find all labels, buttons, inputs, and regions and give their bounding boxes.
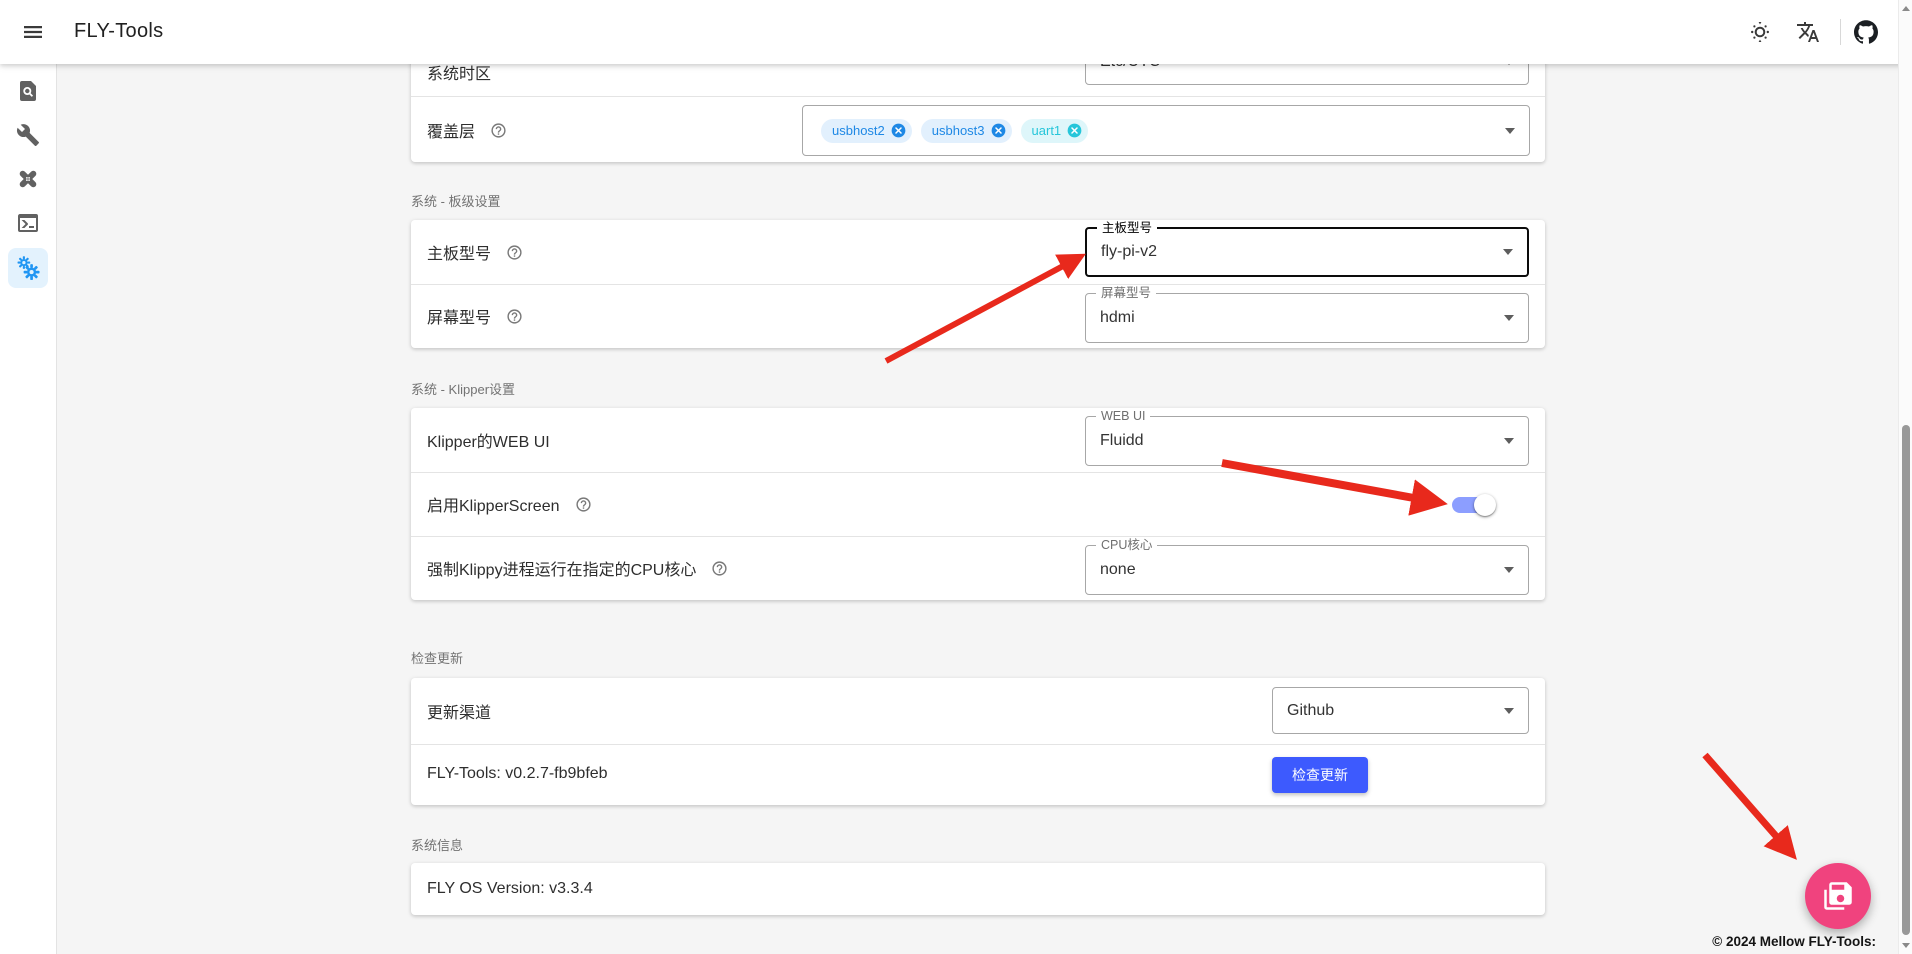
help-icon[interactable] <box>506 244 523 261</box>
screen-model-select-value: hdmi <box>1100 309 1135 327</box>
cpu-core-select-value: none <box>1100 561 1136 579</box>
close-circle-icon[interactable] <box>991 123 1006 138</box>
sidebar <box>0 64 57 954</box>
hamburger-menu-button[interactable] <box>18 17 48 47</box>
webui-select-value: Fluidd <box>1100 432 1144 450</box>
row-divider <box>411 536 1545 537</box>
update-channel-select[interactable]: Github <box>1272 687 1529 734</box>
cpu-core-field-label: CPU核心 <box>1096 537 1157 554</box>
klipperscreen-toggle[interactable] <box>1452 494 1496 516</box>
help-icon[interactable] <box>575 496 592 513</box>
overlay-chip[interactable]: usbhost3 <box>921 119 1012 143</box>
card-update: 更新渠道 Github FLY-Tools: v0.2.7-fb9bfeb 检查… <box>411 678 1545 805</box>
fly-tools-version-label: FLY-Tools: v0.2.7-fb9bfeb <box>427 762 608 786</box>
cpu-core-select[interactable]: CPU核心 none <box>1085 545 1529 595</box>
app-title: FLY-Tools <box>74 20 163 43</box>
update-channel-label-text: 更新渠道 <box>427 699 491 723</box>
fly-os-version-text: FLY OS Version: v3.3.4 <box>427 880 593 898</box>
webui-label-text: Klipper的WEB UI <box>427 428 550 452</box>
klipperscreen-label-text: 启用KlipperScreen <box>427 492 560 516</box>
help-icon[interactable] <box>711 560 728 577</box>
theme-toggle-button[interactable] <box>1748 20 1772 44</box>
update-channel-row-label: 更新渠道 <box>427 699 491 723</box>
wrench-icon <box>16 123 40 147</box>
cpu-core-label-text: 强制Klippy进程运行在指定的CPU核心 <box>427 556 696 580</box>
save-all-fab-button[interactable] <box>1805 863 1871 929</box>
webui-field-label: WEB UI <box>1096 408 1150 425</box>
help-icon[interactable] <box>506 308 523 325</box>
screen-model-field-label: 屏幕型号 <box>1096 285 1156 302</box>
language-translate-button[interactable] <box>1796 20 1820 44</box>
section-title-board: 系统 - 板级设置 <box>411 191 501 210</box>
card-sysinfo: FLY OS Version: v3.3.4 <box>411 863 1545 915</box>
github-link-button[interactable] <box>1854 20 1878 44</box>
check-update-button[interactable]: 检查更新 <box>1272 757 1368 793</box>
sidebar-item-terminal[interactable] <box>8 203 48 243</box>
board-model-label-text: 主板型号 <box>427 240 491 264</box>
github-icon <box>1854 19 1878 45</box>
close-circle-icon[interactable] <box>1067 123 1082 138</box>
overlays-label-text: 覆盖层 <box>427 118 475 142</box>
cpu-core-row-label: 强制Klippy进程运行在指定的CPU核心 <box>427 556 728 580</box>
chevron-down-icon <box>1504 438 1514 444</box>
section-title-sysinfo: 系统信息 <box>411 835 463 854</box>
save-all-icon <box>1823 881 1853 911</box>
overlays-row-label: 覆盖层 <box>427 118 507 142</box>
row-divider <box>411 284 1545 285</box>
chevron-down-icon <box>1504 567 1514 573</box>
screen-model-row-label: 屏幕型号 <box>427 304 523 328</box>
settings-gears-icon <box>15 255 41 281</box>
chevron-down-icon <box>1504 315 1514 321</box>
section-title-klipper: 系统 - Klipper设置 <box>411 379 515 398</box>
chevron-down-icon <box>1503 249 1513 255</box>
chip-label: uart1 <box>1032 123 1062 138</box>
overlay-chip[interactable]: usbhost2 <box>821 119 912 143</box>
chip-label: usbhost2 <box>832 123 885 138</box>
card-klipper-settings: Klipper的WEB UI WEB UI Fluidd 启用KlipperSc… <box>411 408 1545 600</box>
file-search-icon <box>16 79 40 103</box>
bandage-icon <box>16 167 40 191</box>
board-model-select-value: fly-pi-v2 <box>1101 243 1157 261</box>
webui-row-label: Klipper的WEB UI <box>427 428 550 452</box>
board-model-select[interactable]: 主板型号 fly-pi-v2 <box>1085 227 1529 277</box>
console-icon <box>16 211 40 235</box>
overlay-chip[interactable]: uart1 <box>1021 119 1089 143</box>
board-model-field-label: 主板型号 <box>1097 220 1157 237</box>
close-circle-icon[interactable] <box>891 123 906 138</box>
vertical-scrollbar[interactable] <box>1898 0 1912 954</box>
row-divider <box>411 472 1545 473</box>
update-channel-select-value: Github <box>1287 702 1334 720</box>
overlay-chips: usbhost2 usbhost3 uart1 <box>821 106 1088 155</box>
board-model-row-label: 主板型号 <box>427 240 523 264</box>
scroll-down-arrow-icon[interactable] <box>1902 943 1910 948</box>
copyright-text: © 2024 Mellow FLY-Tools: <box>1712 934 1876 949</box>
chevron-down-icon <box>1505 128 1515 134</box>
sidebar-item-repair[interactable] <box>8 159 48 199</box>
klipperscreen-row-label: 启用KlipperScreen <box>427 492 592 516</box>
chip-label: usbhost3 <box>932 123 985 138</box>
scrollbar-thumb[interactable] <box>1902 425 1910 935</box>
arrow-to-save-fab <box>1705 755 1790 852</box>
hamburger-icon <box>21 20 45 44</box>
translate-icon <box>1796 20 1820 44</box>
topbar-divider <box>1840 19 1841 45</box>
toggle-thumb <box>1474 494 1496 516</box>
scroll-up-arrow-icon[interactable] <box>1902 6 1910 11</box>
card-board-settings: 主板型号 主板型号 fly-pi-v2 屏幕型号 屏幕型号 hdmi <box>411 220 1545 348</box>
chevron-down-icon <box>1504 708 1514 714</box>
section-title-update: 检查更新 <box>411 648 463 667</box>
sidebar-item-log-inspect[interactable] <box>8 71 48 111</box>
sidebar-item-tools[interactable] <box>8 115 48 155</box>
screen-model-select[interactable]: 屏幕型号 hdmi <box>1085 293 1529 343</box>
row-divider <box>411 744 1545 745</box>
screen-model-label-text: 屏幕型号 <box>427 304 491 328</box>
topbar: FLY-Tools <box>0 0 1912 64</box>
help-icon[interactable] <box>490 122 507 139</box>
webui-select[interactable]: WEB UI Fluidd <box>1085 416 1529 466</box>
row-divider <box>411 96 1545 97</box>
overlays-multiselect[interactable]: usbhost2 usbhost3 uart1 <box>802 105 1530 156</box>
sidebar-item-settings[interactable] <box>8 248 48 288</box>
fly-tools-version-text: FLY-Tools: v0.2.7-fb9bfeb <box>427 765 608 783</box>
brightness-icon <box>1748 20 1772 44</box>
